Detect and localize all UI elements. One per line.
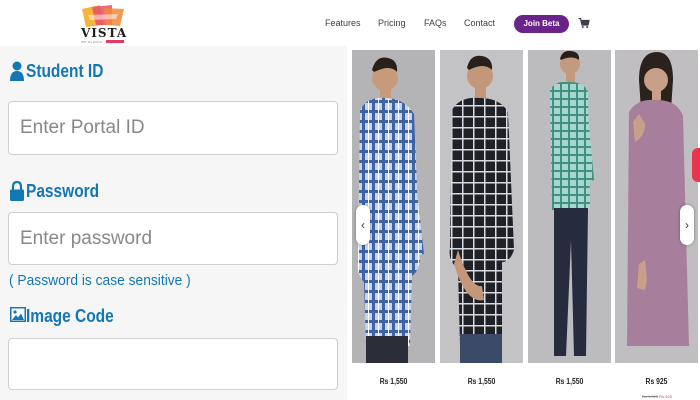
password-hint: ( Password is case sensitive ) [9,272,191,289]
logo-mark [82,5,124,27]
student-id-label-row: Student ID [8,58,208,84]
image-code-label: Image Code [26,306,114,326]
image-icon [10,307,26,322]
chevron-right-icon: › [685,218,689,232]
login-form: Student ID Password ( Password is case s… [0,46,347,400]
password-label: Password [26,181,100,201]
floating-side-tab[interactable] [692,148,700,182]
strike-price-note: Rs 1,325 Rs 925 [642,394,672,399]
student-id-label: Student ID [26,61,104,81]
cart-icon[interactable] [578,17,590,29]
nav-link-contact[interactable]: Contact [464,18,495,28]
nav-link-pricing[interactable]: Pricing [378,18,406,28]
user-icon [10,61,24,81]
page: VISTA WP PLUGIN Features Pricing FAQs Co… [0,0,700,400]
nav-link-features[interactable]: Features [325,18,361,28]
logo-wordmark: VISTA [81,26,128,40]
new-price: Rs 925 [659,394,672,399]
image-code-label-row: Image Code [8,303,208,329]
product-price: Rs 1,550 [467,377,496,386]
product-price: Rs 1,550 [555,377,584,386]
carousel-prev-button[interactable]: ‹ [356,205,370,245]
lock-icon [10,181,24,201]
image-code-input[interactable] [8,338,338,390]
logo-accent-bar [106,40,124,43]
carousel-next-button[interactable]: › [680,205,694,245]
password-input[interactable] [8,212,338,265]
join-beta-button[interactable]: Join Beta [514,15,569,33]
product-photo[interactable] [440,50,523,363]
password-label-row: Password [8,178,208,204]
product-price: Rs 1,550 [379,377,408,386]
portal-id-input[interactable] [8,101,338,155]
site-header: VISTA WP PLUGIN Features Pricing FAQs Co… [0,0,700,46]
logo-tagline: WP PLUGIN [81,40,103,44]
vista-logo[interactable]: VISTA WP PLUGIN [80,5,128,44]
product-photo[interactable] [528,50,611,363]
chevron-left-icon: ‹ [361,218,365,232]
product-price: Rs 925 [645,377,668,386]
old-price: Rs 1,325 [642,394,659,399]
nav-link-faqs[interactable]: FAQs [424,18,447,28]
product-carousel: Rs 1,550 Rs 1,550 Rs 1,550 Rs 925 ‹ › [351,46,700,400]
